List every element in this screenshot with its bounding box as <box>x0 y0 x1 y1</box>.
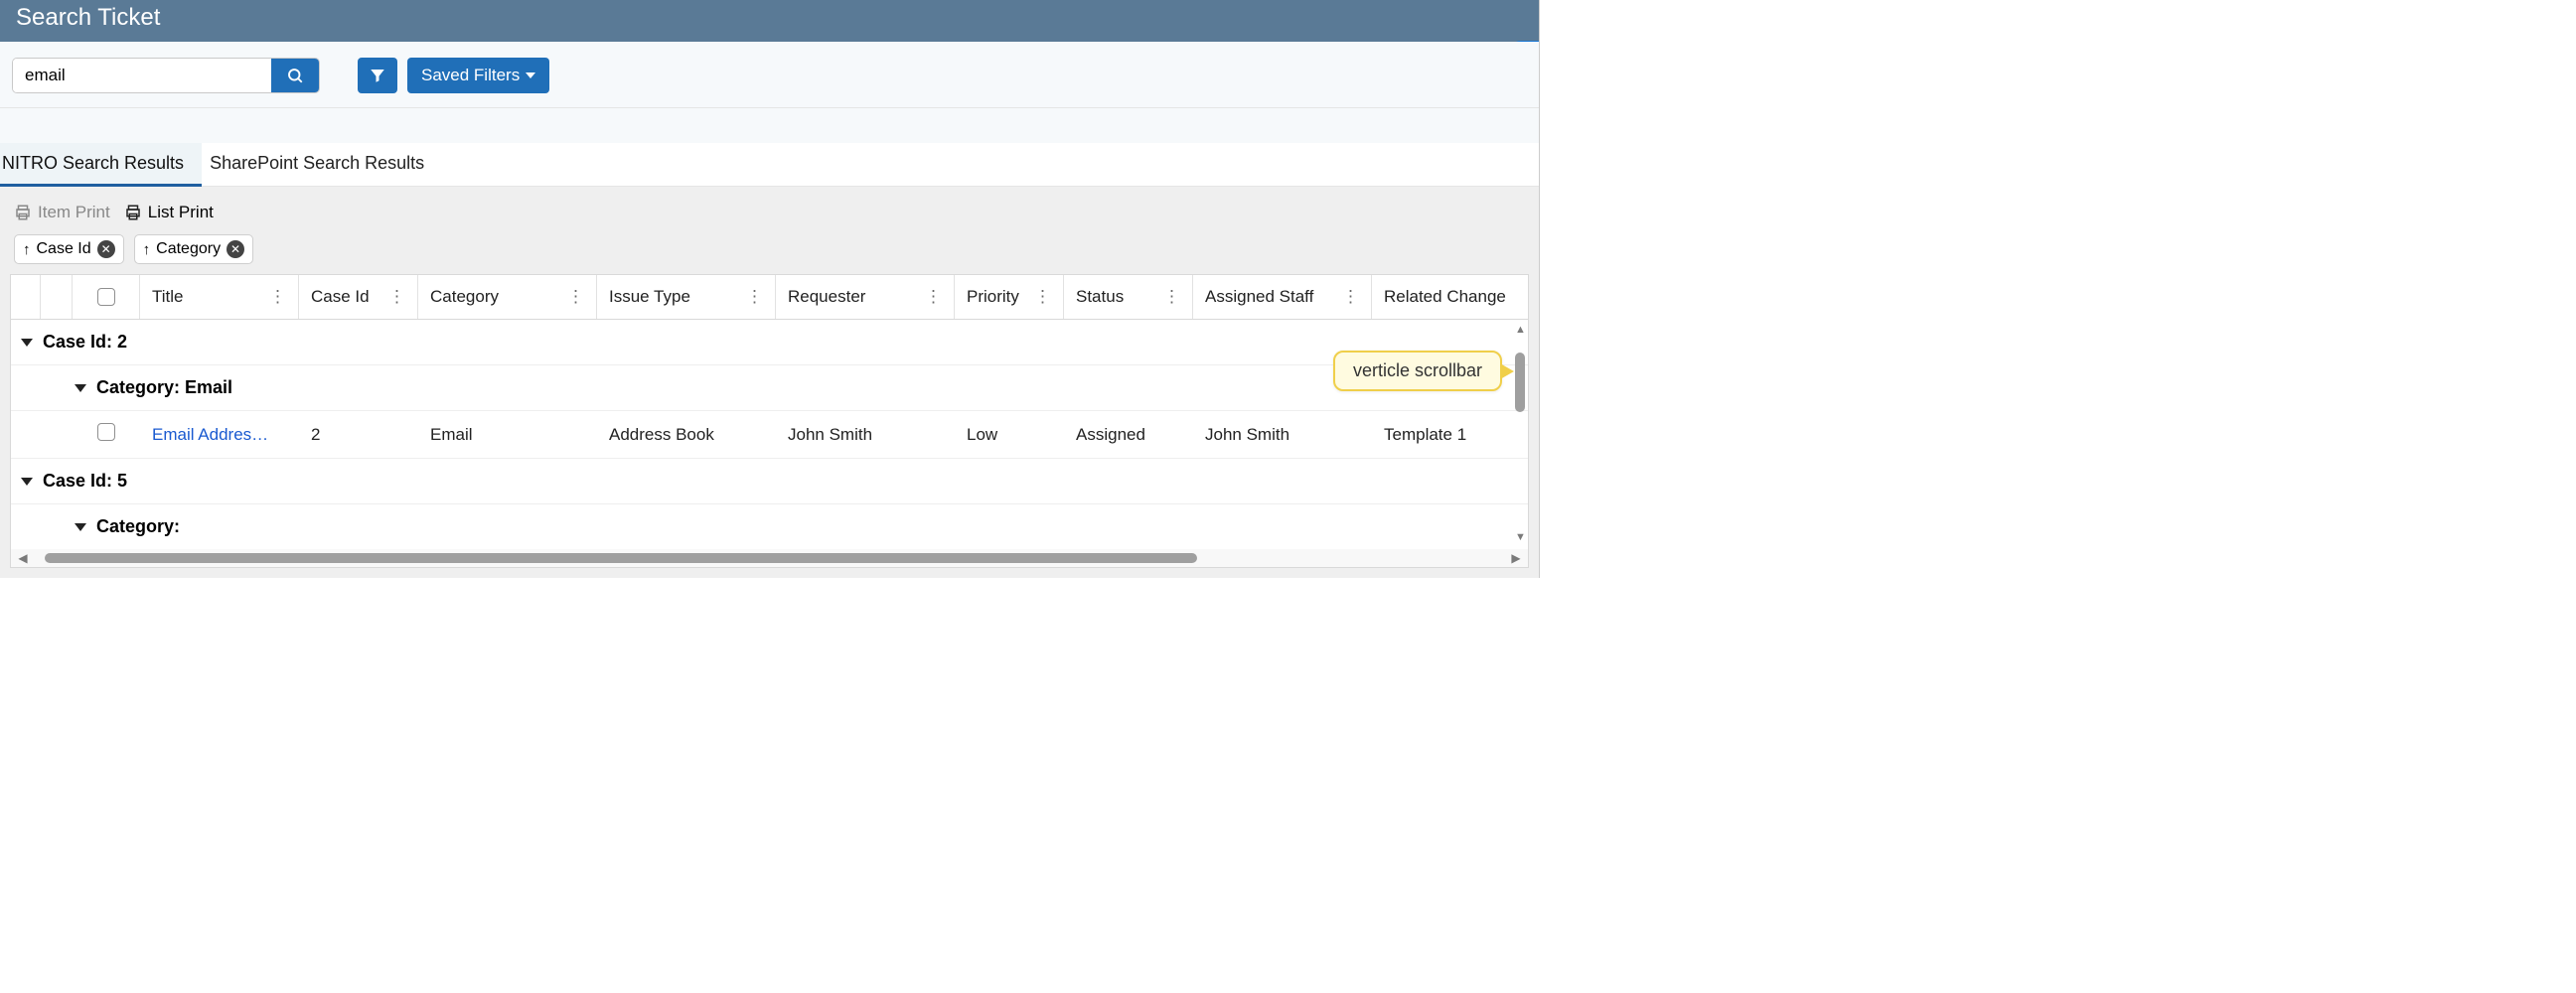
column-menu-icon[interactable]: ⋮ <box>1163 287 1180 307</box>
cell-issuetype: Address Book <box>597 425 776 445</box>
header-issuetype[interactable]: Issue Type ⋮ <box>597 275 776 319</box>
cell-requester: John Smith <box>776 425 955 445</box>
header-priority[interactable]: Priority ⋮ <box>955 275 1064 319</box>
search-button[interactable] <box>271 59 319 92</box>
print-icon <box>14 204 32 221</box>
col-label: Priority <box>967 287 1019 307</box>
col-label: Issue Type <box>609 287 690 307</box>
group-row-caseid-5[interactable]: Case Id: 5 <box>11 459 1528 504</box>
group-row-caseid-2[interactable]: Case Id: 2 <box>11 320 1528 365</box>
cell-caseid: 2 <box>299 425 418 445</box>
search-icon <box>286 67 304 84</box>
tab-sharepoint-results[interactable]: SharePoint Search Results <box>202 143 442 186</box>
row-checkbox[interactable] <box>97 423 115 441</box>
sort-chip-category[interactable]: ↑ Category ✕ <box>134 234 253 264</box>
sort-asc-icon: ↑ <box>143 241 151 258</box>
header-expand <box>11 275 41 319</box>
chip-label: Case Id <box>37 240 91 258</box>
remove-chip-button[interactable]: ✕ <box>97 240 115 258</box>
scroll-down-icon[interactable]: ▼ <box>1515 532 1525 543</box>
header-rowexpand <box>41 275 73 319</box>
print-bar: Item Print List Print <box>10 197 1529 232</box>
col-label: Status <box>1076 287 1124 307</box>
sort-chip-caseid[interactable]: ↑ Case Id ✕ <box>14 234 124 264</box>
cell-title[interactable]: Email Addres… <box>140 425 299 445</box>
grid-area: Item Print List Print ↑ Case Id ✕ ↑ Cate… <box>0 187 1539 578</box>
cell-assignedstaff: John Smith <box>1193 425 1372 445</box>
page-title: Search Ticket <box>16 4 160 31</box>
saved-filters-label: Saved Filters <box>421 66 520 85</box>
tab-label: SharePoint Search Results <box>210 153 424 173</box>
search-input[interactable] <box>13 59 271 92</box>
grid-header: Title ⋮ Case Id ⋮ Category ⋮ Issue Type … <box>11 275 1528 320</box>
filter-icon <box>369 67 386 84</box>
col-label: Assigned Staff <box>1205 287 1313 307</box>
column-menu-icon[interactable]: ⋮ <box>269 287 286 307</box>
collapse-icon[interactable] <box>75 384 86 392</box>
col-label: Requester <box>788 287 865 307</box>
column-menu-icon[interactable]: ⋮ <box>1342 287 1359 307</box>
callout-text: verticle scrollbar <box>1353 360 1482 380</box>
saved-filters-button[interactable]: Saved Filters <box>407 58 549 93</box>
group-label: Case Id: 5 <box>43 471 127 492</box>
col-label: Category <box>430 287 499 307</box>
column-menu-icon[interactable]: ⋮ <box>567 287 584 307</box>
header-caseid[interactable]: Case Id ⋮ <box>299 275 418 319</box>
vertical-scrollbar[interactable]: ▲ ▼ <box>1515 325 1525 543</box>
title-bar: Search Ticket <box>0 0 1539 42</box>
scroll-thumb[interactable] <box>45 553 1197 563</box>
scroll-thumb[interactable] <box>1515 353 1525 412</box>
header-assignedstaff[interactable]: Assigned Staff ⋮ <box>1193 275 1372 319</box>
group-label: Category: Email <box>96 377 232 398</box>
table-row: Email Addres… 2 Email Address Book John … <box>11 411 1528 459</box>
header-requester[interactable]: Requester ⋮ <box>776 275 955 319</box>
scroll-up-icon[interactable]: ▲ <box>1515 325 1525 336</box>
chip-label: Category <box>156 240 221 258</box>
scroll-left-icon[interactable]: ◀ <box>15 551 31 565</box>
callout-annotation: verticle scrollbar <box>1333 351 1502 391</box>
col-label: Title <box>152 287 184 307</box>
cell-category: Email <box>418 425 597 445</box>
tab-label: NITRO Search Results <box>2 153 184 173</box>
sort-chips: ↑ Case Id ✕ ↑ Category ✕ <box>10 232 1529 274</box>
header-title[interactable]: Title ⋮ <box>140 275 299 319</box>
item-print-label: Item Print <box>38 203 110 222</box>
sort-asc-icon: ↑ <box>23 241 31 258</box>
cell-relatedchange: Template 1 <box>1372 425 1519 445</box>
scroll-right-icon[interactable]: ▶ <box>1508 551 1524 565</box>
column-menu-icon[interactable]: ⋮ <box>746 287 763 307</box>
filter-button[interactable] <box>358 58 397 93</box>
select-all-checkbox[interactable] <box>97 288 115 306</box>
header-status[interactable]: Status ⋮ <box>1064 275 1193 319</box>
remove-chip-button[interactable]: ✕ <box>227 240 244 258</box>
toolbar: Saved Filters <box>0 42 1539 108</box>
cell-priority: Low <box>955 425 1064 445</box>
group-label: Category: <box>96 516 180 537</box>
column-menu-icon[interactable]: ⋮ <box>388 287 405 307</box>
item-print-button: Item Print <box>14 203 110 222</box>
search-wrap <box>12 58 320 93</box>
column-menu-icon[interactable]: ⋮ <box>925 287 942 307</box>
col-label: Related Change <box>1384 287 1506 307</box>
header-relatedchange[interactable]: Related Change <box>1372 275 1519 319</box>
horizontal-scrollbar[interactable]: ◀ ▶ <box>11 549 1528 567</box>
column-menu-icon[interactable]: ⋮ <box>1034 287 1051 307</box>
group-row-category-empty[interactable]: Category: <box>11 504 1528 549</box>
header-checkbox <box>73 275 140 319</box>
results-grid: Title ⋮ Case Id ⋮ Category ⋮ Issue Type … <box>10 274 1529 568</box>
print-icon <box>124 204 142 221</box>
header-category[interactable]: Category ⋮ <box>418 275 597 319</box>
cell-status: Assigned <box>1064 425 1193 445</box>
collapse-icon[interactable] <box>21 478 33 486</box>
collapse-icon[interactable] <box>21 339 33 347</box>
tabs: NITRO Search Results SharePoint Search R… <box>0 143 1539 187</box>
list-print-button[interactable]: List Print <box>124 203 214 222</box>
collapse-icon[interactable] <box>75 523 86 531</box>
col-label: Case Id <box>311 287 370 307</box>
group-label: Case Id: 2 <box>43 332 127 353</box>
chevron-down-icon <box>526 72 535 78</box>
group-row-category-email[interactable]: Category: Email <box>11 365 1528 411</box>
tab-nitro-results[interactable]: NITRO Search Results <box>0 143 202 187</box>
list-print-label: List Print <box>148 203 214 222</box>
